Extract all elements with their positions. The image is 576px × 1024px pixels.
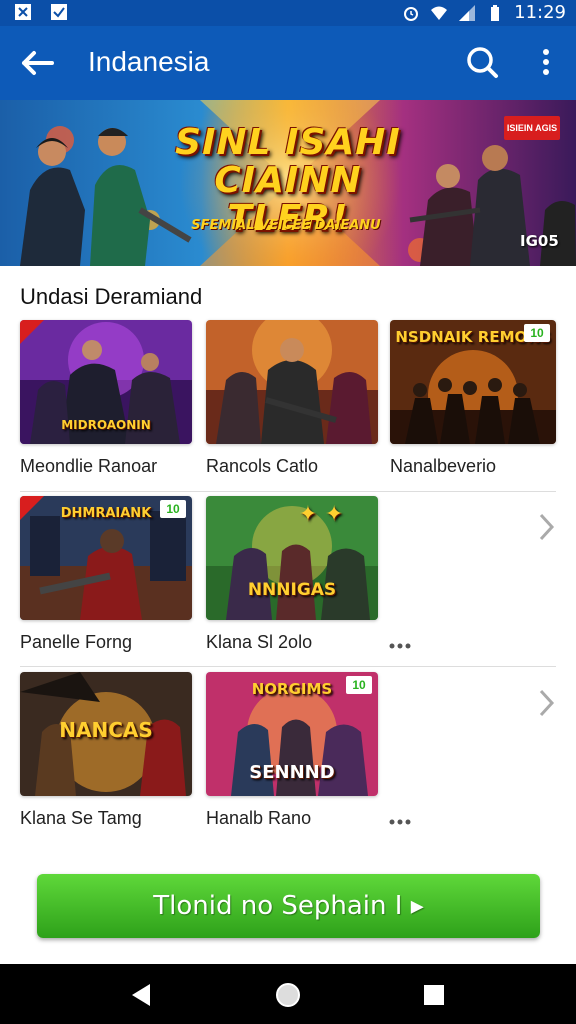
game-label[interactable]: Rancols Catlo <box>206 456 318 477</box>
game-tile[interactable]: ✦ ✦ NNNIGAS <box>206 496 378 620</box>
status-time: 11:29 <box>514 2 566 23</box>
more-dots-icon[interactable] <box>388 817 412 827</box>
promo-banner[interactable]: SINL ISAHI CIAINN TLER! SFEMIAL VEICEE D… <box>0 100 576 266</box>
game-tile[interactable]: NANCAS <box>20 672 192 796</box>
divider <box>20 491 556 492</box>
chevron-right-icon[interactable] <box>536 512 558 542</box>
x-box-icon <box>15 4 31 20</box>
search-icon[interactable] <box>462 42 502 82</box>
chevron-right-icon[interactable] <box>536 688 558 718</box>
banner-subtitle: SFEMIAL VEICEE DAIEANU <box>191 218 381 233</box>
more-vert-icon[interactable] <box>532 42 560 82</box>
battery-icon <box>491 4 500 21</box>
app-title: Indanesia <box>88 46 210 77</box>
banner-tag: ISIEIN AGIS <box>504 116 560 140</box>
cta-button[interactable]: Tlonid no Sephain I ▸ <box>37 874 540 938</box>
game-tile[interactable]: NSDNAIK REMONS 10 <box>390 320 556 444</box>
divider <box>20 666 556 667</box>
game-label[interactable]: Klana Sl 2olo <box>206 632 312 653</box>
game-label[interactable]: Nanalbeverio <box>390 456 496 477</box>
alarm-icon <box>404 6 419 21</box>
wifi-icon <box>431 6 448 20</box>
back-arrow-icon[interactable] <box>18 44 58 82</box>
check-box-icon <box>51 4 67 20</box>
game-art <box>206 320 378 444</box>
game-label[interactable]: Meondlie Ranoar <box>20 456 157 477</box>
game-badge: 10 <box>346 676 372 694</box>
system-nav-bar <box>0 964 576 1024</box>
game-tile[interactable]: NORGIMS SENNND 10 <box>206 672 378 796</box>
ribbon-icon <box>20 320 44 344</box>
game-badge: 10 <box>524 324 550 342</box>
game-tile[interactable]: DHMRAIANK 10 <box>20 496 192 620</box>
nav-back-icon[interactable] <box>128 982 154 1008</box>
game-art-text: NANCAS <box>59 718 153 742</box>
signal-icon <box>459 4 476 21</box>
game-label[interactable]: Klana Se Tamg <box>20 808 142 829</box>
game-art-text: MIDROAONIN <box>61 418 151 432</box>
game-art-text: NNNIGAS <box>247 580 337 600</box>
game-badge: 10 <box>160 500 186 518</box>
game-tile[interactable] <box>206 320 378 444</box>
game-label[interactable]: Hanalb Rano <box>206 808 311 829</box>
nav-home-icon[interactable] <box>275 982 301 1008</box>
app-bar: Indanesia <box>0 26 576 100</box>
more-dots-icon[interactable] <box>388 641 412 651</box>
game-art-text: SENNND <box>249 762 335 783</box>
nav-recents-icon[interactable] <box>421 982 447 1008</box>
game-art-score: ✦ ✦ <box>298 502 344 527</box>
banner-title-line1: SINL ISAHI <box>175 122 401 163</box>
game-label[interactable]: Panelle Forng <box>20 632 132 653</box>
section-title: Undasi Deramiand <box>20 284 203 309</box>
status-bar: 11:29 <box>0 0 576 26</box>
game-tile[interactable]: MIDROAONIN <box>20 320 192 444</box>
banner-corner-label: IG05 <box>520 232 559 250</box>
